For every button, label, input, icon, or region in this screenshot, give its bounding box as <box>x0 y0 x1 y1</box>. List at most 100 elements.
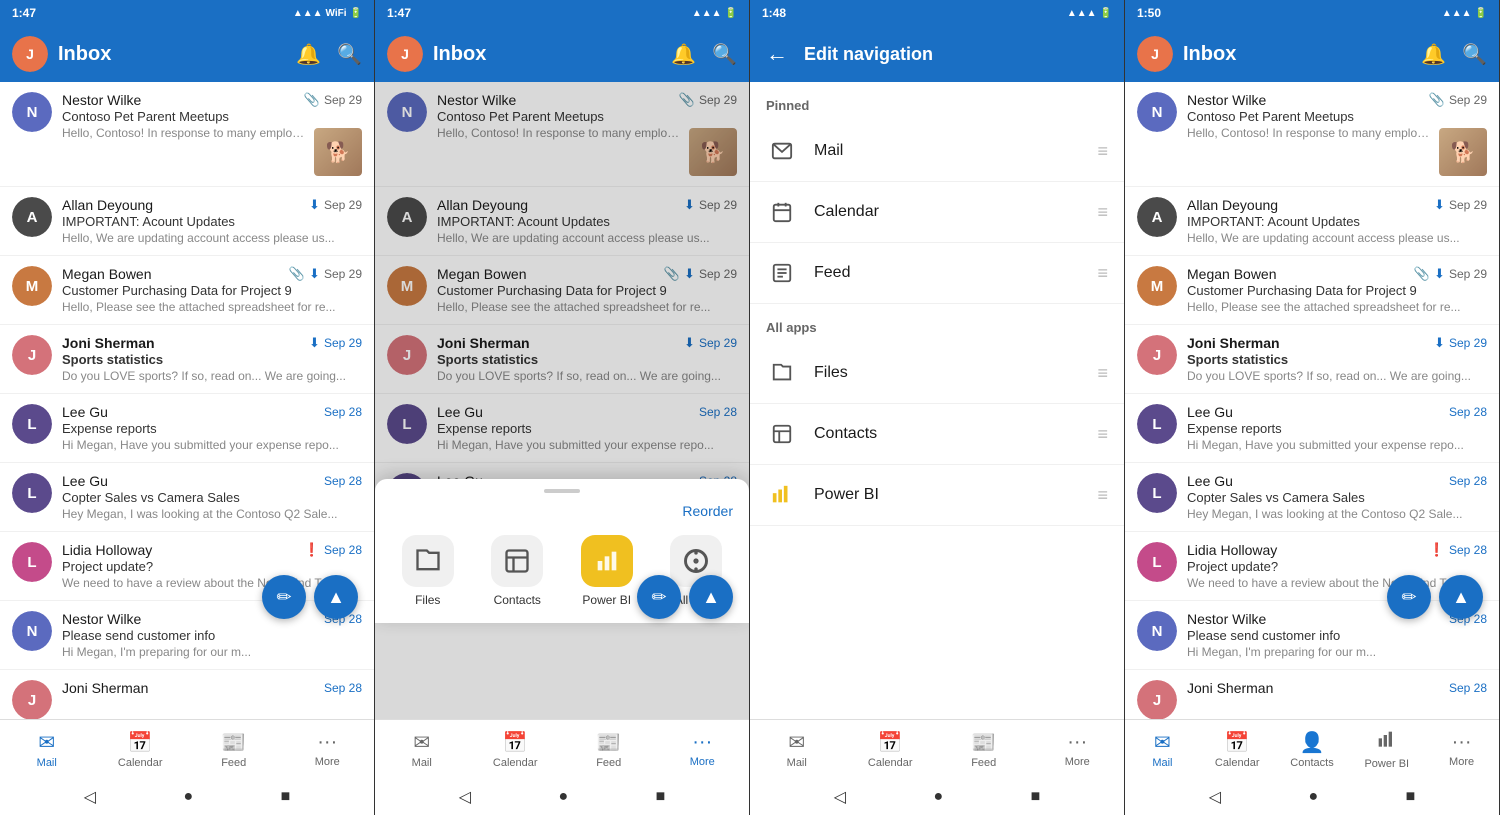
email-content: Joni Sherman Sep 28 <box>62 680 362 698</box>
email-item[interactable]: N Nestor Wilke 📎 Sep 29 Contoso Pet Pare… <box>0 82 374 187</box>
email-sender: Nestor Wilke <box>1187 92 1266 108</box>
back-btn[interactable]: ◁ <box>1209 787 1221 807</box>
scroll-fab-2[interactable]: ▲ <box>689 575 733 619</box>
attachment-icon: 📎 <box>304 92 320 108</box>
status-bar-2: 1:47 ▲▲▲ 🔋 <box>375 0 749 26</box>
notification-icon-2[interactable]: 🔔 <box>671 42 696 67</box>
email-item[interactable]: N Nestor Wilke 📎 Sep 29 Contoso Pet Pare… <box>1125 82 1499 187</box>
email-item[interactable]: J Joni Sherman Sep 28 <box>0 670 374 719</box>
recents-btn[interactable]: ■ <box>1031 788 1041 806</box>
home-btn[interactable]: ● <box>933 788 943 806</box>
email-item[interactable]: M Megan Bowen 📎 ⬇ Sep 29 Customer Purcha… <box>1125 256 1499 325</box>
email-subject: Customer Purchasing Data for Project 9 <box>62 283 362 298</box>
email-item[interactable]: J Joni Sherman ⬇ Sep 29 Sports statistic… <box>1125 325 1499 394</box>
nav-mail-3[interactable]: ✉ Mail <box>750 720 844 779</box>
email-item[interactable]: J Joni Sherman ⬇ Sep 29 Sports statistic… <box>0 325 374 394</box>
nav-edit-powerbi[interactable]: Power BI ≡ <box>750 465 1124 526</box>
home-btn[interactable]: ● <box>183 788 193 806</box>
powerbi-nav-icon <box>1377 730 1397 756</box>
nav-feed-1[interactable]: 📰 Feed <box>187 720 281 779</box>
search-icon-2[interactable]: 🔍 <box>712 42 737 67</box>
drag-handle[interactable]: ≡ <box>1097 202 1108 223</box>
search-icon-1[interactable]: 🔍 <box>337 42 362 67</box>
nav-calendar-3[interactable]: 📅 Calendar <box>844 720 938 779</box>
user-avatar-4[interactable]: J <box>1137 36 1173 72</box>
phone-4: 1:50 ▲▲▲ 🔋 J Inbox 🔔 🔍 N Nestor Wilke <box>1125 0 1500 815</box>
nav-more-3[interactable]: ··· More <box>1031 720 1125 779</box>
download-icon: ⬇ <box>1434 335 1445 351</box>
nav-edit-files[interactable]: Files ≡ <box>750 343 1124 404</box>
email-item[interactable]: L Lee Gu Sep 28 Copter Sales vs Camera S… <box>1125 463 1499 532</box>
nav-calendar-2[interactable]: 📅 Calendar <box>469 720 563 779</box>
nav-edit-contacts[interactable]: Contacts ≡ <box>750 404 1124 465</box>
email-preview: Hi Megan, I'm preparing for our m... <box>1187 645 1487 659</box>
nav-more-1[interactable]: ··· More <box>281 720 375 779</box>
recents-btn[interactable]: ■ <box>281 788 291 806</box>
email-item[interactable]: L Lee Gu Sep 28 Expense reports Hi Megan… <box>0 394 374 463</box>
email-content: Joni Sherman ⬇ Sep 29 Sports statistics … <box>62 335 362 383</box>
sys-nav-2: ◁ ● ■ <box>375 779 749 815</box>
user-avatar-2[interactable]: J <box>387 36 423 72</box>
back-button[interactable]: ← <box>766 41 788 67</box>
email-item[interactable]: L Lee Gu Sep 28 Expense reports Hi Megan… <box>1125 394 1499 463</box>
nav-calendar-1[interactable]: 📅 Calendar <box>94 720 188 779</box>
home-btn[interactable]: ● <box>558 788 568 806</box>
drag-handle[interactable]: ≡ <box>1097 363 1108 384</box>
email-item[interactable]: L Lee Gu Sep 28 Copter Sales vs Camera S… <box>0 463 374 532</box>
nav-contacts-4[interactable]: 👤 Contacts <box>1275 720 1350 779</box>
back-btn[interactable]: ◁ <box>459 787 471 807</box>
compose-fab-2[interactable]: ✏ <box>637 575 681 619</box>
phone-2: 1:47 ▲▲▲ 🔋 J Inbox 🔔 🔍 N Nestor Wilke <box>375 0 750 815</box>
nav-mail-1[interactable]: ✉ Mail <box>0 720 94 779</box>
user-avatar-1[interactable]: J <box>12 36 48 72</box>
drag-handle[interactable]: ≡ <box>1097 485 1108 506</box>
battery-icon: 🔋 <box>1475 8 1487 19</box>
nav-more-2[interactable]: ··· More <box>656 720 750 779</box>
nav-mail-2[interactable]: ✉ Mail <box>375 720 469 779</box>
inbox-title-2: Inbox <box>433 43 661 66</box>
header-2: J Inbox 🔔 🔍 <box>375 26 749 82</box>
email-item[interactable]: M Megan Bowen 📎 ⬇ Sep 29 Customer Purcha… <box>0 256 374 325</box>
scroll-fab-1[interactable]: ▲ <box>314 575 358 619</box>
drag-handle[interactable]: ≡ <box>1097 141 1108 162</box>
nav-more-4[interactable]: ··· More <box>1424 720 1499 779</box>
email-item[interactable]: J Joni Sherman Sep 28 <box>1125 670 1499 719</box>
compose-fab-1[interactable]: ✏ <box>262 575 306 619</box>
search-icon-4[interactable]: 🔍 <box>1462 42 1487 67</box>
compose-fab-4[interactable]: ✏ <box>1387 575 1431 619</box>
home-btn[interactable]: ● <box>1308 788 1318 806</box>
recents-btn[interactable]: ■ <box>1406 788 1416 806</box>
nav-label: More <box>690 756 715 768</box>
bottom-nav-2: ✉ Mail 📅 Calendar 📰 Feed ··· More <box>375 719 749 779</box>
email-preview: Hello, Please see the attached spreadshe… <box>1187 300 1487 314</box>
back-btn[interactable]: ◁ <box>834 787 846 807</box>
recents-btn[interactable]: ■ <box>656 788 666 806</box>
sheet-app-powerbi[interactable]: Power BI <box>570 535 644 607</box>
email-sender: Allan Deyoung <box>62 197 153 213</box>
notification-icon-4[interactable]: 🔔 <box>1421 42 1446 67</box>
drag-handle[interactable]: ≡ <box>1097 424 1108 445</box>
back-btn[interactable]: ◁ <box>84 787 96 807</box>
email-subject: Please send customer info <box>62 628 362 643</box>
nav-edit-feed[interactable]: Feed ≡ <box>750 243 1124 304</box>
sheet-app-contacts[interactable]: Contacts <box>481 535 555 607</box>
nav-edit-calendar[interactable]: Calendar ≡ <box>750 182 1124 243</box>
status-bar-4: 1:50 ▲▲▲ 🔋 <box>1125 0 1499 26</box>
scroll-fab-4[interactable]: ▲ <box>1439 575 1483 619</box>
nav-feed-3[interactable]: 📰 Feed <box>937 720 1031 779</box>
nav-calendar-4[interactable]: 📅 Calendar <box>1200 720 1275 779</box>
email-item[interactable]: A Allan Deyoung ⬇ Sep 29 IMPORTANT: Acou… <box>1125 187 1499 256</box>
drag-handle[interactable]: ≡ <box>1097 263 1108 284</box>
powerbi-label: Power BI <box>582 593 631 607</box>
notification-icon-1[interactable]: 🔔 <box>296 42 321 67</box>
nav-powerbi-4[interactable]: Power BI <box>1349 720 1424 779</box>
email-date: Sep 29 <box>1449 267 1487 281</box>
nav-feed-2[interactable]: 📰 Feed <box>562 720 656 779</box>
sheet-app-files[interactable]: Files <box>391 535 465 607</box>
nav-edit-mail[interactable]: Mail ≡ <box>750 121 1124 182</box>
reorder-button[interactable]: Reorder <box>375 499 749 527</box>
email-item[interactable]: A Allan Deyoung ⬇ Sep 29 IMPORTANT: Acou… <box>0 187 374 256</box>
calendar-nav-icon: 📅 <box>128 730 153 755</box>
nav-mail-4[interactable]: ✉ Mail <box>1125 720 1200 779</box>
email-sender: Joni Sherman <box>1187 680 1273 696</box>
